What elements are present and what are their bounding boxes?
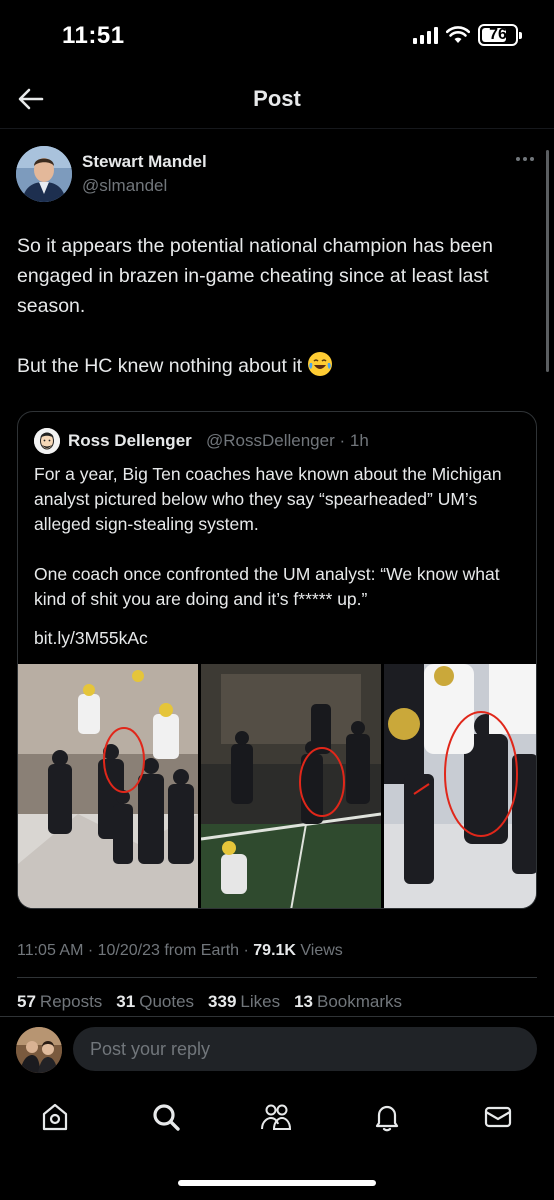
post-meta: 11:05 AM · 10/20/23 from Earth · 79.1K V… [17,942,343,960]
nav-communities[interactable] [258,1099,294,1135]
quoted-media-grid [18,664,536,908]
quoted-post[interactable]: Ross Dellenger @RossDellenger · 1h For a… [17,411,537,909]
communities-icon [261,1104,292,1130]
home-icon [42,1103,68,1131]
page-title: Post [253,86,301,111]
nav-notifications[interactable] [369,1099,405,1135]
tweet-text: So it appears the potential national cha… [17,231,517,381]
laughing-tears-emoji-icon [307,352,332,376]
cellular-signal-icon [413,26,438,44]
tweet: Stewart Mandel @slmandel So it appears t… [0,128,554,909]
quoted-author-avatar [34,428,60,454]
reposts-stat[interactable]: 57 Reposts [17,992,102,1012]
status-time: 11:51 [62,22,125,49]
scrollbar[interactable] [546,150,549,372]
reply-bar: Post your reply [0,1016,554,1082]
search-icon [153,1104,180,1131]
media-photo[interactable] [384,664,536,908]
status-icons: 76 [413,24,522,46]
status-bar: 11:51 76 [0,0,554,70]
divider [17,977,537,978]
user-avatar[interactable] [16,1027,62,1073]
battery-percentage: 76 [489,26,507,43]
media-photo[interactable] [18,664,198,908]
page-header: Post [0,70,554,128]
bell-icon [375,1105,399,1132]
envelope-icon [484,1106,512,1128]
engagement-stats: 57 Reposts 31 Quotes 339 Likes 13 Bookmarks [17,992,402,1012]
quoted-post-link[interactable]: bit.ly/3M55kAc [34,628,148,649]
views-label: Views [295,942,343,959]
nav-search[interactable] [148,1099,184,1135]
nav-home[interactable] [37,1099,73,1135]
quoted-author-name: Ross Dellenger [68,431,192,450]
more-options-button[interactable] [516,157,534,161]
author-name[interactable]: Stewart Mandel [82,152,207,172]
author-avatar[interactable] [16,146,72,202]
tweet-text-body: So it appears the potential national cha… [17,235,493,377]
quotes-stat[interactable]: 31 Quotes [116,992,194,1012]
home-indicator[interactable] [178,1180,376,1186]
post-timestamp: 11:05 AM · 10/20/23 from Earth · [17,942,254,959]
bottom-navigation [0,1082,554,1200]
nav-messages[interactable] [480,1099,516,1135]
wifi-icon [446,26,470,43]
reply-input[interactable]: Post your reply [73,1027,537,1071]
bookmarks-stat[interactable]: 13 Bookmarks [294,992,402,1012]
quoted-author-handle: @RossDellenger · 1h [206,431,369,450]
battery-icon: 76 [478,24,522,46]
quoted-post-text: For a year, Big Ten coaches have known a… [34,464,502,609]
author-handle[interactable]: @slmandel [82,176,167,196]
likes-stat[interactable]: 339 Likes [208,992,280,1012]
media-photo[interactable] [201,664,381,908]
views-count[interactable]: 79.1K [253,942,296,959]
